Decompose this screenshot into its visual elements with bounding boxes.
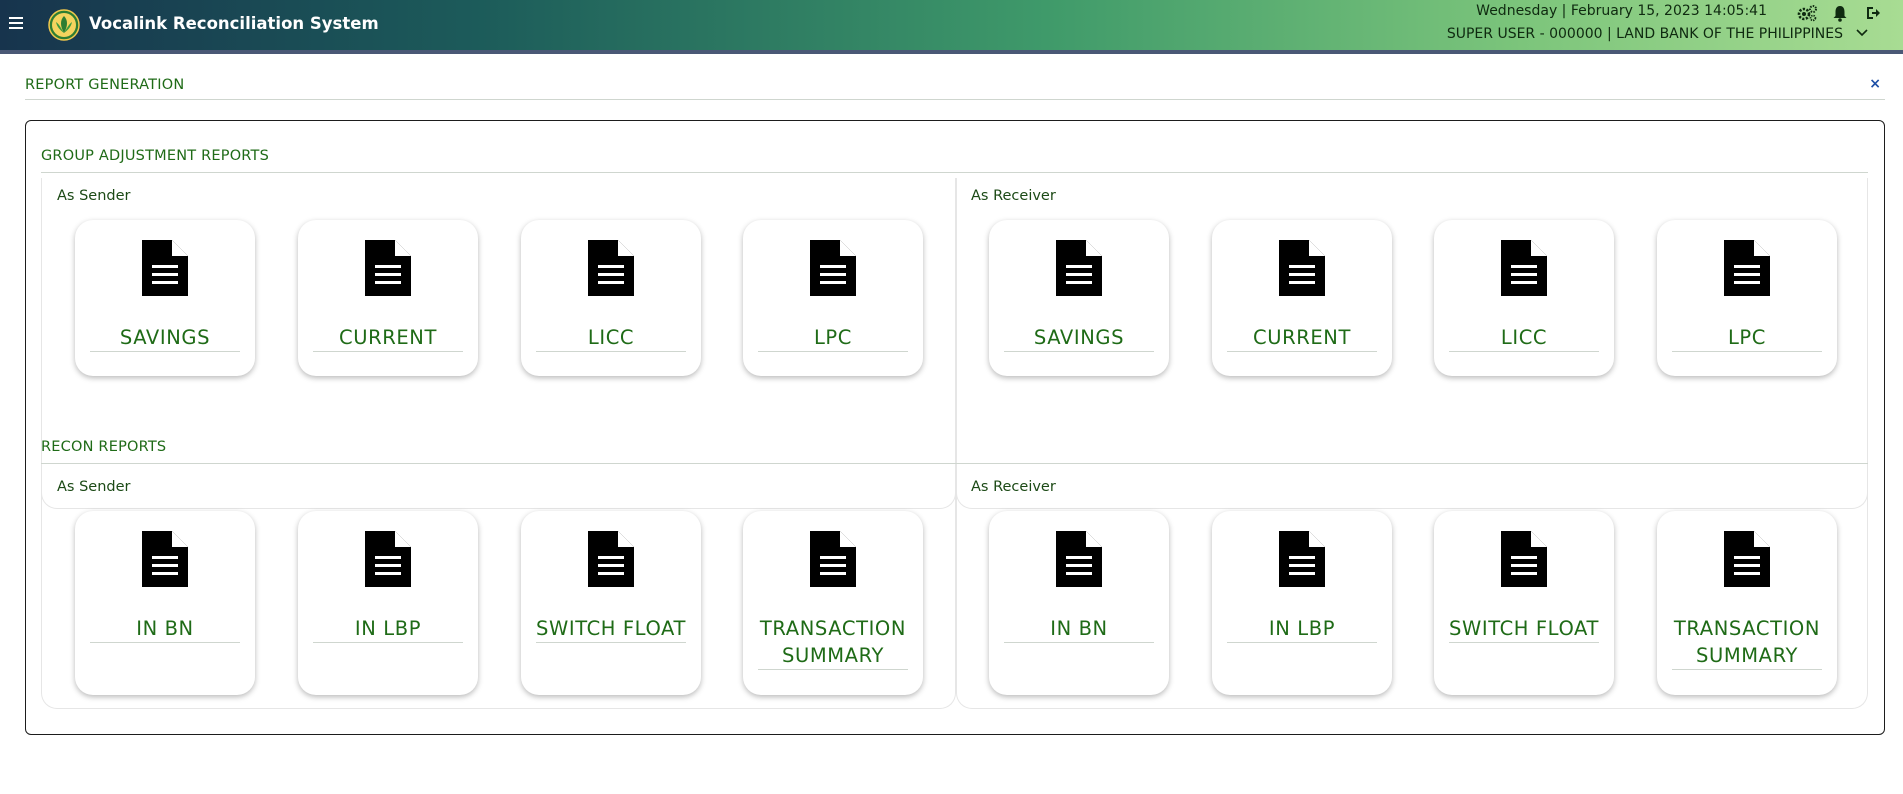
- document-icon: [365, 240, 411, 296]
- document-icon: [810, 240, 856, 296]
- report-card-label: SAVINGS: [90, 324, 240, 352]
- report-card-switch-float[interactable]: SWITCH FLOAT: [1434, 511, 1614, 695]
- group-adjustment-receiver-group: As Receiver SAVINGS CURRENT LICC LPC: [956, 178, 1868, 509]
- app-title: Vocalink Reconciliation System: [89, 14, 379, 33]
- document-icon: [1501, 531, 1547, 587]
- report-card-savings[interactable]: SAVINGS: [989, 220, 1169, 376]
- report-card-licc[interactable]: LICC: [521, 220, 701, 376]
- report-card-current[interactable]: CURRENT: [1212, 220, 1392, 376]
- report-card-savings[interactable]: SAVINGS: [75, 220, 255, 376]
- report-card-label: TRANSACTION SUMMARY: [758, 615, 908, 670]
- report-card-transaction-summary[interactable]: TRANSACTION SUMMARY: [1657, 511, 1837, 695]
- document-icon: [365, 531, 411, 587]
- document-icon: [588, 531, 634, 587]
- document-icon: [810, 531, 856, 587]
- recon-receiver-group: As Receiver IN BN IN LBP SWITCH FLOAT TR…: [956, 469, 1868, 709]
- datetime-display: Wednesday | February 15, 2023 14:05:41: [1476, 3, 1767, 19]
- report-card-label: IN LBP: [313, 615, 463, 643]
- report-card-label: IN BN: [1004, 615, 1154, 643]
- report-card-current[interactable]: CURRENT: [298, 220, 478, 376]
- document-icon: [1279, 531, 1325, 587]
- report-panel: GROUP ADJUSTMENT REPORTS As Sender SAVIN…: [25, 120, 1885, 735]
- chevron-down-icon[interactable]: [1855, 26, 1869, 40]
- report-card-label: SWITCH FLOAT: [536, 615, 686, 643]
- report-card-label: LICC: [536, 324, 686, 352]
- section-divider: [41, 172, 1868, 173]
- recon-sender-group: As Sender IN BN IN LBP SWITCH FLOAT TRAN…: [41, 469, 956, 709]
- document-icon: [1056, 240, 1102, 296]
- report-card-label: IN BN: [90, 615, 240, 643]
- report-card-switch-float[interactable]: SWITCH FLOAT: [521, 511, 701, 695]
- receiver-label: As Receiver: [971, 479, 1056, 495]
- document-icon: [588, 240, 634, 296]
- group-adjustment-sender-group: As Sender SAVINGS CURRENT LICC LPC: [41, 178, 956, 509]
- report-card-lpc[interactable]: LPC: [743, 220, 923, 376]
- top-bar: Vocalink Reconciliation System Wednesday…: [0, 0, 1903, 54]
- document-icon: [142, 531, 188, 587]
- report-card-label: LICC: [1449, 324, 1599, 352]
- section-title-group-adjustment: GROUP ADJUSTMENT REPORTS: [41, 148, 269, 164]
- document-icon: [1056, 531, 1102, 587]
- report-card-label: TRANSACTION SUMMARY: [1672, 615, 1822, 670]
- settings-icon[interactable]: [1796, 4, 1818, 22]
- report-card-label: SWITCH FLOAT: [1449, 615, 1599, 643]
- document-icon: [1501, 240, 1547, 296]
- receiver-label: As Receiver: [971, 188, 1056, 204]
- section-divider: [41, 463, 1868, 464]
- report-card-label: IN LBP: [1227, 615, 1377, 643]
- document-icon: [1724, 240, 1770, 296]
- report-card-in-lbp[interactable]: IN LBP: [298, 511, 478, 695]
- report-header: REPORT GENERATION ×: [25, 74, 1885, 100]
- report-card-transaction-summary[interactable]: TRANSACTION SUMMARY: [743, 511, 923, 695]
- bell-icon[interactable]: [1832, 4, 1848, 22]
- document-icon: [1279, 240, 1325, 296]
- sender-label: As Sender: [57, 188, 131, 204]
- report-card-label: LPC: [1672, 324, 1822, 352]
- logout-icon[interactable]: [1865, 4, 1881, 22]
- close-button[interactable]: ×: [1869, 76, 1881, 92]
- user-info[interactable]: SUPER USER - 000000 | LAND BANK OF THE P…: [1447, 26, 1843, 42]
- report-card-label: SAVINGS: [1004, 324, 1154, 352]
- logo-icon: [48, 9, 80, 41]
- report-card-label: CURRENT: [313, 324, 463, 352]
- document-icon: [142, 240, 188, 296]
- page-title: REPORT GENERATION: [25, 77, 185, 93]
- report-card-in-bn[interactable]: IN BN: [989, 511, 1169, 695]
- report-card-label: CURRENT: [1227, 324, 1377, 352]
- report-card-licc[interactable]: LICC: [1434, 220, 1614, 376]
- document-icon: [1724, 531, 1770, 587]
- report-card-label: LPC: [758, 324, 908, 352]
- section-title-recon: RECON REPORTS: [41, 439, 167, 455]
- report-card-lpc[interactable]: LPC: [1657, 220, 1837, 376]
- report-card-in-bn[interactable]: IN BN: [75, 511, 255, 695]
- sender-label: As Sender: [57, 479, 131, 495]
- menu-icon[interactable]: [9, 17, 23, 29]
- report-card-in-lbp[interactable]: IN LBP: [1212, 511, 1392, 695]
